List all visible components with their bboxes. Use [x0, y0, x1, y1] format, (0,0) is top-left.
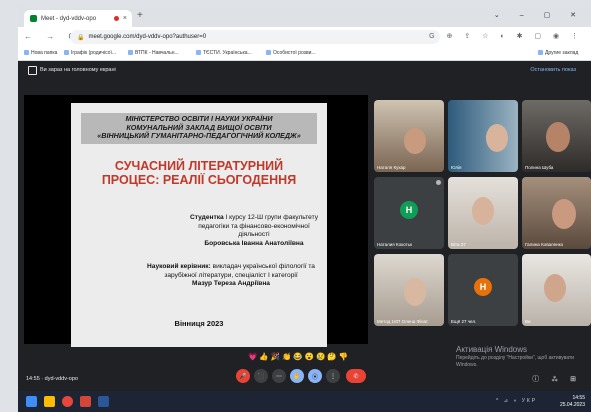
- participant-tile[interactable]: Віта 37: [448, 177, 518, 249]
- chrome-icon[interactable]: [62, 396, 73, 407]
- camera-button[interactable]: ⬛: [254, 369, 268, 383]
- reactions-bar[interactable]: 💗👍🎉👏😂😮😢🤔👎: [248, 352, 350, 361]
- slide-student-block: Студентка I курсу 12-Ш групи факультету …: [189, 214, 319, 248]
- browser-tab-meet[interactable]: Meet - dyd-vddv-opo ×: [24, 10, 132, 27]
- lock-icon: 🔒: [77, 34, 85, 41]
- bookmark-item[interactable]: Нова папка: [24, 50, 57, 56]
- watermark-subtitle: Перейдіть до розділу "Настройки", щоб ак…: [456, 355, 575, 368]
- bookmark-item[interactable]: Особистої розви...: [266, 50, 316, 56]
- meeting-time-code: 14:55 · dyd-vddv-opo: [26, 376, 78, 382]
- participant-tile[interactable]: Галина Коваленко: [522, 177, 591, 249]
- supervisor-name: Мазур Тереза Андріївна: [192, 280, 270, 287]
- participant-face: [552, 199, 576, 229]
- participant-name: Юлія: [451, 165, 462, 170]
- present-button[interactable]: ⦿: [308, 369, 322, 383]
- participant-name: Метод 1ЄП Олена Філат: [377, 319, 428, 324]
- slide-title-line: ПРОЦЕС: РЕАЛІЇ СЬОГОДЕННЯ: [101, 173, 297, 187]
- system-tray-icons[interactable]: ^ ⊿ ◖ УКР: [496, 398, 537, 404]
- student-label: Студентка: [189, 214, 224, 221]
- watermark-title: Активація Windows: [456, 345, 528, 354]
- presentation-area: МІНІСТЕРСТВО ОСВІТИ І НАУКИ УКРАЇНИ КОМУ…: [24, 95, 368, 347]
- participant-tile[interactable]: Н Наталия Кокотьк: [374, 177, 444, 249]
- tab-strip: Meet - dyd-vddv-opo × + ⌄ – ▢ ✕: [18, 7, 591, 27]
- mic-button[interactable]: 🎤: [236, 369, 250, 383]
- slide-header: МІНІСТЕРСТВО ОСВІТИ І НАУКИ УКРАЇНИ КОМУ…: [81, 113, 317, 144]
- participant-name: Полина Шуба: [525, 165, 554, 170]
- participant-face: [546, 122, 570, 152]
- participant-name: Ви: [525, 319, 531, 324]
- bookmark-item[interactable]: ТЄСТИ. Українська...: [196, 50, 252, 56]
- end-call-button[interactable]: ✆: [346, 369, 366, 383]
- url-text: meet.google.com/dyd-vddv-opo?authuser=0: [88, 34, 207, 40]
- participant-face: [486, 124, 508, 152]
- more-participants-tile[interactable]: Н Ещё 27 чел.: [448, 254, 518, 326]
- file-explorer-icon[interactable]: [44, 396, 55, 407]
- slide-header-line: «ВІННИЦЬКИЙ ГУМАНІТАРНО-ПЕДАГОГІЧНИЙ КОЛ…: [97, 131, 301, 140]
- participant-name: Наталия Кокотьк: [377, 242, 412, 247]
- windows-taskbar: ^ ⊿ ◖ УКР 14:55 25.04.2023: [18, 391, 591, 412]
- participant-face: [404, 128, 426, 154]
- slide-city-year: Вінниця 2023: [174, 319, 224, 328]
- meet-presenting-banner: Ви зараз на головному екрані Остановить …: [18, 61, 591, 79]
- participant-name: Галина Коваленко: [525, 242, 564, 247]
- tab-title: Meet - dyd-vddv-opo: [41, 15, 97, 22]
- windows-activation-watermark: Активація Windows Перейдіть до розділу "…: [456, 345, 586, 368]
- start-menu-icon[interactable]: [26, 396, 37, 407]
- participant-avatar: Н: [400, 201, 418, 219]
- clock-date: 25.04.2023: [559, 402, 585, 408]
- captions-button[interactable]: ⋯: [272, 369, 286, 383]
- participant-name: Ещё 27 чел.: [451, 319, 477, 324]
- supervisor-label: Науковий керівник:: [147, 263, 211, 270]
- participant-face: [404, 278, 426, 306]
- slide-supervisor-block: Науковий керівник: викладач української …: [141, 263, 321, 289]
- clock[interactable]: 14:55 25.04.2023: [560, 395, 585, 409]
- more-options-button[interactable]: ⋮: [326, 369, 340, 383]
- participant-tile[interactable]: Метод 1ЄП Олена Філат: [374, 254, 444, 326]
- bookmark-item[interactable]: ВТПК - Навчальн...: [128, 50, 179, 56]
- bookmark-item[interactable]: Іграфік (родичісої...: [64, 50, 116, 56]
- mic-muted-icon: [436, 180, 441, 185]
- bookmarks-bar: Нова папка Іграфік (родичісої... ВТПК - …: [18, 47, 591, 61]
- slide-title-line: СУЧАСНИЙ ЛІТЕРАТУРНИЙ: [114, 159, 284, 173]
- slide: МІНІСТЕРСТВО ОСВІТИ І НАУКИ УКРАЇНИ КОМУ…: [71, 103, 327, 347]
- participant-face: [544, 274, 566, 302]
- participant-face: [472, 197, 494, 225]
- word-icon[interactable]: [98, 396, 109, 407]
- url-input[interactable]: 🔒 meet.google.com/dyd-vddv-opo?authuser=…: [70, 30, 440, 44]
- participant-name: Віта 37: [451, 242, 466, 247]
- screen: Meet - dyd-vddv-opo × + ⌄ – ▢ ✕ ← → C 🔒 …: [18, 7, 591, 412]
- participant-tile[interactable]: Наталя Кухар: [374, 100, 444, 172]
- powerpoint-icon[interactable]: [80, 396, 91, 407]
- raise-hand-button[interactable]: ✋: [290, 369, 304, 383]
- participant-tile[interactable]: Полина Шуба: [522, 100, 591, 172]
- present-screen-icon: [28, 66, 37, 75]
- extension-icons[interactable]: G ⊕ ⇪ ☆ ◐ ✱ ▢ ◉ ⋮: [429, 32, 583, 40]
- side-panel-controls[interactable]: ⓘ ⁂ ⊞: [532, 374, 581, 384]
- stop-presenting-button[interactable]: Остановить показ: [530, 67, 576, 73]
- window-controls[interactable]: ⌄ – ▢ ✕: [494, 11, 585, 19]
- address-bar: ← → C 🔒 meet.google.com/dyd-vddv-opo?aut…: [18, 27, 591, 47]
- bookmark-other[interactable]: Другие заклад: [538, 50, 578, 56]
- slide-title: СУЧАСНИЙ ЛІТЕРАТУРНИЙ ПРОЦЕС: РЕАЛІЇ СЬО…: [71, 159, 327, 187]
- meet-favicon-icon: [30, 15, 37, 22]
- clock-time: 14:55: [572, 395, 585, 401]
- participant-avatar: Н: [474, 278, 492, 296]
- participant-name: Наталя Кухар: [377, 165, 406, 170]
- new-tab-button[interactable]: +: [137, 10, 143, 21]
- recording-indicator-icon: [113, 16, 119, 21]
- close-tab-icon[interactable]: ×: [123, 15, 127, 22]
- presenting-text: Ви зараз на головному екрані: [40, 67, 116, 73]
- participant-tile[interactable]: Ви: [522, 254, 591, 326]
- participant-tile[interactable]: Юлія: [448, 100, 518, 172]
- student-name: Боровська Іванна Анатоліївна: [204, 239, 304, 247]
